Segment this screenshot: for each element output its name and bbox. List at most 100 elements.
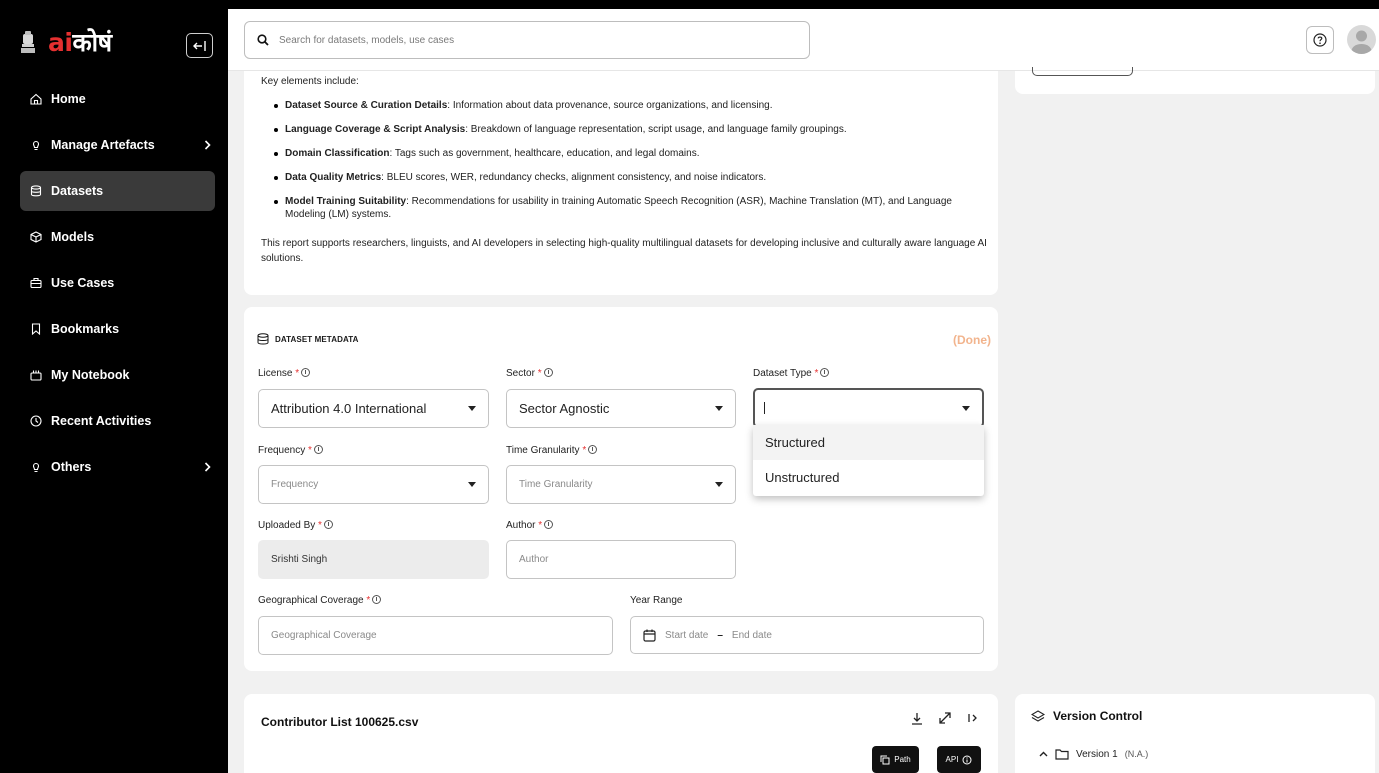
cube-icon: [30, 231, 42, 243]
geo-coverage-label: Geographical Coverage *: [258, 595, 382, 606]
date-separator: –: [717, 629, 723, 641]
help-button[interactable]: [1306, 26, 1334, 54]
frequency-select[interactable]: Frequency: [258, 465, 489, 504]
info-icon: [313, 445, 323, 454]
notebook-icon: [30, 369, 42, 381]
logo: aiकोषं: [48, 28, 112, 57]
sidebar-item-others[interactable]: Others: [20, 447, 215, 487]
info-icon: [543, 368, 553, 377]
top-bar: [228, 9, 1379, 71]
contributor-file-card: Contributor List 100625.csv Path API: [244, 694, 998, 773]
year-range-label: Year Range: [630, 595, 683, 606]
metadata-header: DATASET METADATA: [257, 333, 359, 345]
version-item[interactable]: Version 1 (N.A.): [1039, 748, 1148, 760]
user-icon: [1351, 30, 1372, 54]
description-bullet: Language Coverage & Script Analysis: Bre…: [274, 123, 985, 136]
sidebar: aiकोषं Home Manage Artefacts Datasets Model…: [0, 0, 228, 773]
version-control-card: Version Control Version 1 (N.A.): [1015, 694, 1375, 773]
info-icon: [323, 520, 333, 529]
sidebar-item-bookmarks[interactable]: Bookmarks: [20, 309, 215, 349]
time-granularity-select[interactable]: Time Granularity: [506, 465, 736, 504]
description-bullet: Data Quality Metrics: BLEU scores, WER, …: [274, 171, 985, 184]
sector-select[interactable]: Sector Agnostic: [506, 389, 736, 428]
dataset-type-label: Dataset Type *: [753, 368, 830, 379]
search-input[interactable]: [279, 34, 759, 46]
sidebar-nav: Home Manage Artefacts Datasets Models Use Ca…: [20, 79, 215, 493]
side-summary-card: [1015, 67, 1375, 94]
dropdown-option-structured[interactable]: Structured: [753, 425, 984, 460]
clock-icon: [30, 415, 42, 427]
sidebar-item-recent-activities[interactable]: Recent Activities: [20, 401, 215, 441]
bookmark-icon: [30, 323, 42, 335]
sidebar-item-label: Datasets: [51, 184, 104, 198]
brand[interactable]: aiकोषं: [20, 30, 112, 56]
chevron-right-icon: [204, 137, 211, 153]
search-box[interactable]: [244, 21, 810, 59]
calendar-icon: [643, 629, 656, 642]
description-bullet: Domain Classification: Tags such as gove…: [274, 147, 985, 160]
version-control-header: Version Control: [1031, 709, 1142, 723]
panel-toggle-icon[interactable]: [966, 711, 980, 725]
collapse-sidebar-button[interactable]: [186, 33, 213, 58]
search-icon: [257, 34, 269, 46]
database-icon: [257, 333, 269, 345]
sidebar-item-label: My Notebook: [51, 368, 130, 382]
sidebar-item-label: Home: [51, 92, 86, 106]
chevron-up-icon[interactable]: [1039, 751, 1048, 757]
api-button[interactable]: API: [937, 746, 981, 773]
copy-icon: [880, 755, 890, 764]
info-icon: [301, 368, 311, 377]
year-range-picker[interactable]: Start date – End date: [630, 616, 984, 654]
description-intro: Key elements include:: [261, 76, 359, 87]
text-cursor: [764, 402, 765, 414]
metadata-title: DATASET METADATA: [275, 334, 359, 344]
author-input[interactable]: Author: [506, 540, 736, 579]
path-button[interactable]: Path: [872, 746, 919, 773]
database-icon: [30, 185, 42, 197]
expand-icon[interactable]: [938, 711, 952, 725]
status-badge: (Done): [953, 333, 991, 347]
caret-down-icon: [715, 482, 723, 487]
frequency-label: Frequency *: [258, 445, 323, 456]
geo-coverage-input[interactable]: Geographical Coverage: [258, 616, 613, 655]
side-card-button[interactable]: [1032, 67, 1133, 76]
license-select[interactable]: Attribution 4.0 International: [258, 389, 489, 428]
description-closing: This report supports researchers, lingui…: [261, 238, 987, 264]
dataset-type-select[interactable]: [753, 388, 984, 428]
dataset-description-card: Key elements include: Dataset Source & C…: [244, 71, 998, 295]
home-icon: [30, 93, 42, 105]
sidebar-item-use-cases[interactable]: Use Cases: [20, 263, 215, 303]
description-bullet: Model Training Suitability: Recommendati…: [274, 195, 985, 221]
author-label: Author *: [506, 520, 554, 531]
sidebar-item-home[interactable]: Home: [20, 79, 215, 119]
sidebar-item-label: Manage Artefacts: [51, 138, 155, 152]
caret-down-icon: [962, 406, 970, 411]
file-toolbar: [910, 711, 980, 725]
info-icon: [820, 368, 830, 377]
time-granularity-label: Time Granularity *: [506, 445, 598, 456]
uploaded-by-label: Uploaded By *: [258, 520, 333, 531]
end-date-input[interactable]: End date: [732, 630, 772, 641]
sidebar-item-label: Bookmarks: [51, 322, 120, 336]
description-list: Dataset Source & Curation Details: Infor…: [274, 99, 985, 232]
start-date-input[interactable]: Start date: [665, 630, 708, 641]
info-icon: [588, 445, 598, 454]
briefcase-icon: [30, 277, 42, 289]
bulb-icon: [30, 139, 42, 151]
sidebar-item-label: Recent Activities: [51, 414, 152, 428]
sidebar-item-manage-artefacts[interactable]: Manage Artefacts: [20, 125, 215, 165]
dropdown-option-unstructured[interactable]: Unstructured: [753, 460, 984, 495]
caret-down-icon: [468, 406, 476, 411]
caret-down-icon: [468, 482, 476, 487]
collapse-arrow-icon: [192, 40, 206, 51]
bulb-icon: [30, 461, 42, 473]
sidebar-item-datasets[interactable]: Datasets: [20, 171, 215, 211]
sidebar-item-my-notebook[interactable]: My Notebook: [20, 355, 215, 395]
sidebar-item-models[interactable]: Models: [20, 217, 215, 257]
avatar[interactable]: [1347, 25, 1376, 54]
sidebar-item-label: Use Cases: [51, 276, 115, 290]
info-icon: [372, 595, 382, 604]
sidebar-item-label: Others: [51, 460, 92, 474]
layers-icon: [1031, 710, 1045, 722]
download-icon[interactable]: [910, 711, 924, 725]
